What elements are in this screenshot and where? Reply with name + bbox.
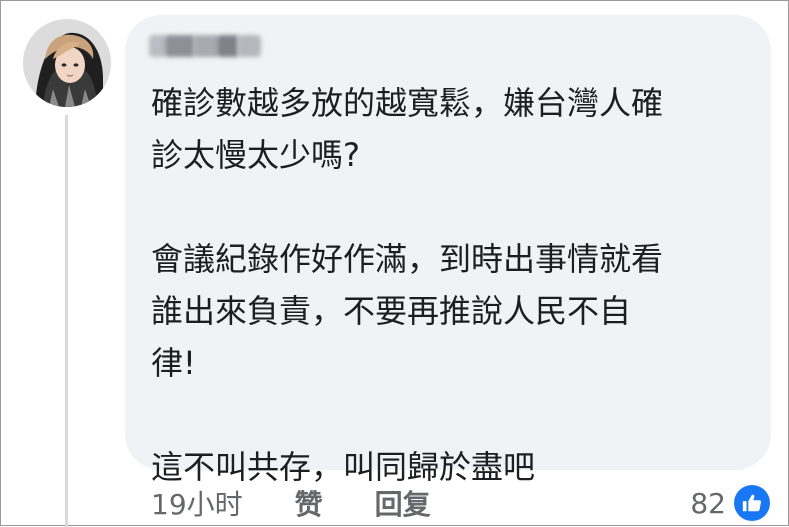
comment-line: 會議紀錄作好作滿，到時出事情就看 (151, 240, 664, 278)
comment-line: 律! (151, 344, 196, 382)
reaction-summary[interactable]: 82 (690, 483, 770, 523)
like-button[interactable]: 赞 (295, 483, 323, 523)
comment-body: 確診數越多放的越寬鬆，嫌台灣人確 診太慢太少嗎? 會議紀錄作好作滿，到時出事情就… (151, 77, 751, 493)
comment-actions: 19小时 赞 回复 (151, 481, 483, 525)
comment-line: 確診數越多放的越寬鬆，嫌台灣人確 (151, 84, 664, 122)
reply-button[interactable]: 回复 (375, 483, 431, 523)
avatar-photo (23, 19, 111, 107)
author-name-blurred[interactable] (149, 29, 279, 63)
comment-line (151, 181, 751, 233)
comment-line: 診太慢太少嗎? (151, 136, 360, 174)
comment-line: 誰出來負責，不要再推說人民不自 (151, 292, 632, 330)
comment-line (151, 389, 751, 441)
comment-timestamp[interactable]: 19小时 (151, 483, 243, 523)
thumbs-up-icon (734, 485, 770, 521)
avatar[interactable] (23, 19, 111, 107)
thread-line (65, 115, 68, 527)
reaction-count: 82 (690, 486, 726, 520)
